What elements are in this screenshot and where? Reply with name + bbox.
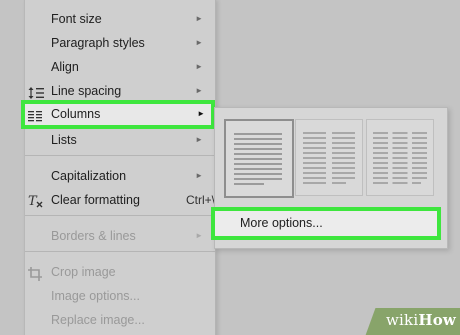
crop-icon bbox=[28, 265, 44, 281]
menu-item-label: Clear formatting bbox=[51, 193, 140, 207]
menu-item-label: Font size bbox=[51, 12, 102, 26]
menu-divider bbox=[25, 155, 215, 156]
menu-divider bbox=[25, 251, 215, 252]
more-options-label: More options... bbox=[240, 216, 323, 230]
menu-item-font-size[interactable]: Font size ► bbox=[25, 7, 215, 31]
menu-item-crop-image: Crop image bbox=[25, 260, 215, 284]
three-column-preview-icon bbox=[373, 132, 427, 184]
submenu-arrow-icon: ► bbox=[195, 171, 203, 180]
line-spacing-icon bbox=[28, 84, 44, 99]
more-options-button[interactable]: More options... bbox=[211, 207, 441, 240]
three-column-option[interactable] bbox=[366, 119, 434, 196]
submenu-arrow-icon: ► bbox=[195, 231, 203, 240]
clear-formatting-icon: T bbox=[28, 193, 44, 209]
two-column-preview-icon bbox=[303, 132, 355, 184]
menu-item-label: Image options... bbox=[51, 289, 140, 303]
menu-item-label: Capitalization bbox=[51, 169, 127, 183]
menu-item-label: Replace image... bbox=[51, 313, 145, 327]
wikihow-logo-part1: wiki bbox=[386, 311, 419, 329]
menu-item-lists[interactable]: Lists ► bbox=[25, 128, 215, 152]
submenu-arrow-icon: ► bbox=[195, 86, 203, 95]
menu-item-label: Line spacing bbox=[51, 84, 122, 98]
submenu-arrow-icon: ► bbox=[195, 14, 203, 23]
screen: Font size ► Paragraph styles ► Align ► L… bbox=[0, 0, 460, 335]
two-column-option[interactable] bbox=[295, 119, 363, 196]
menu-item-line-spacing[interactable]: Line spacing ► bbox=[25, 79, 215, 103]
menu-item-label: Lists bbox=[51, 133, 77, 147]
submenu-arrow-icon: ► bbox=[197, 109, 205, 118]
menu-item-label: Align bbox=[51, 60, 79, 74]
menu-item-align[interactable]: Align ► bbox=[25, 55, 215, 79]
menu-item-paragraph-styles[interactable]: Paragraph styles ► bbox=[25, 31, 215, 55]
format-menu: Font size ► Paragraph styles ► Align ► L… bbox=[21, 0, 216, 335]
menu-divider bbox=[25, 215, 215, 216]
wikihow-logo-part2: How bbox=[418, 311, 457, 329]
submenu-arrow-icon: ► bbox=[195, 38, 203, 47]
menu-item-borders-lines: Borders & lines ► bbox=[25, 224, 215, 248]
submenu-arrow-icon: ► bbox=[195, 135, 203, 144]
wikihow-logo: wikiHow bbox=[386, 311, 456, 329]
columns-icon bbox=[28, 107, 44, 122]
submenu-arrow-icon: ► bbox=[195, 62, 203, 71]
menu-item-label: Borders & lines bbox=[51, 229, 136, 243]
keyboard-shortcut: Ctrl+\ bbox=[185, 193, 215, 207]
menu-item-columns[interactable]: Columns ► bbox=[21, 100, 215, 129]
menu-item-capitalization[interactable]: Capitalization ► bbox=[25, 164, 215, 188]
menu-item-label: Columns bbox=[51, 107, 101, 121]
one-column-preview-icon bbox=[234, 133, 282, 185]
menu-item-image-options: Image options... bbox=[25, 284, 215, 308]
menu-item-clear-formatting[interactable]: T Clear formatting Ctrl+\ bbox=[25, 188, 215, 212]
svg-text:T: T bbox=[28, 194, 38, 209]
menu-item-replace-image: Replace image... bbox=[25, 308, 215, 332]
columns-submenu: More options... bbox=[211, 107, 448, 249]
menu-item-label: Paragraph styles bbox=[51, 36, 145, 50]
one-column-option[interactable] bbox=[224, 119, 294, 198]
menu-item-label: Crop image bbox=[51, 265, 116, 279]
